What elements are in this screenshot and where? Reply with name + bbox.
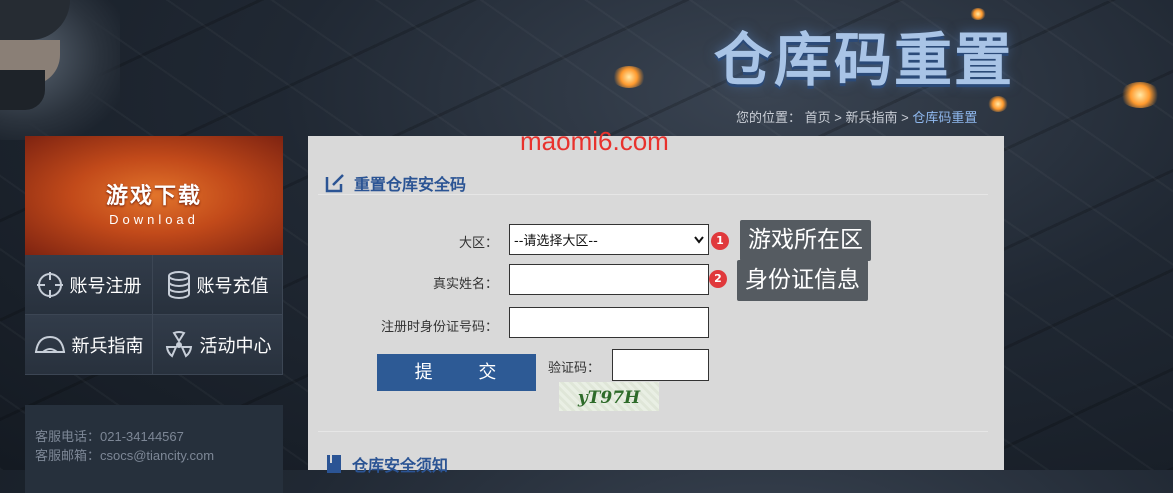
captcha-image[interactable]: yT97H [559,382,659,411]
sidebar-item-label: 账号充值 [196,275,269,297]
muzzle-flash [1120,82,1160,108]
sidebar-item-label: 活动中心 [199,335,272,357]
sidebar-item-account-recharge[interactable]: 账号充值 [153,255,283,315]
coin-stack-icon [167,270,190,299]
captcha-label: 验证码： [548,360,601,375]
captcha-input[interactable] [612,349,709,381]
id-card-input[interactable] [509,307,709,338]
divider [318,431,988,432]
sidebar: 游戏下载 Download 账号注册 账号充值 新兵指南 活动中心 客服电话：0… [25,136,283,493]
game-download-banner[interactable]: 游戏下载 Download [25,136,283,255]
muzzle-flash [612,66,646,88]
region-select[interactable]: --请选择大区-- [509,224,709,255]
muzzle-flash [988,96,1008,112]
sidebar-item-recruit-guide[interactable]: 新兵指南 [25,315,153,375]
region-select-value: --请选择大区-- [514,234,598,249]
form-section-title: 重置仓库安全码 [354,175,467,194]
divider [318,194,988,195]
security-notice-header: 仓库安全须知 [326,452,448,476]
annotation-badge-1: 1 [711,232,729,250]
sidebar-item-event-center[interactable]: 活动中心 [153,315,283,375]
breadcrumb-home-link[interactable]: 首页 [805,110,831,125]
contact-info: 客服电话：021-34144567 客服邮箱：csocs@tiancity.co… [25,405,283,493]
contact-email: 客服邮箱：csocs@tiancity.com [35,448,215,463]
edit-icon [325,174,344,193]
sidebar-menu: 账号注册 账号充值 新兵指南 活动中心 [25,255,283,375]
form-section-header: 重置仓库安全码 [324,171,466,195]
annotation-tip-region: 游戏所在区 [740,220,871,261]
radiation-icon [165,330,192,358]
annotation-badge-2: 2 [709,270,727,288]
sidebar-item-label: 新兵指南 [71,335,144,357]
chevron-down-icon [694,235,704,244]
watermark-text: maomi6.com [520,126,669,156]
book-icon [327,455,341,473]
page-title: 仓库码重置 [714,26,1015,94]
main-panel: maomi6.com 重置仓库安全码 大区： --请选择大区-- 1 游戏所在区… [308,126,1004,475]
sidebar-item-label: 账号注册 [69,275,142,297]
muzzle-flash [970,8,986,20]
sidebar-item-account-register[interactable]: 账号注册 [25,255,153,315]
breadcrumb-guide-link[interactable]: 新兵指南 [845,110,897,125]
breadcrumb-current: 仓库码重置 [912,110,978,125]
id-card-label: 注册时身份证号码： [380,319,498,334]
annotation-tip-idcard: 身份证信息 [737,260,868,301]
real-name-label: 真实姓名： [432,276,498,291]
region-label: 大区： [458,235,498,250]
submit-button[interactable]: 提 交 [377,354,536,391]
soldier-image [0,0,120,140]
breadcrumb: 您的位置： 首页 > 新兵指南 > 仓库码重置 [736,110,978,125]
contact-phone: 客服电话：021-34144567 [35,429,184,444]
helmet-icon [34,335,65,353]
security-notice-title: 仓库安全须知 [352,456,449,475]
download-title: 游戏下载 [105,184,202,209]
download-subtitle: Download [109,212,199,227]
real-name-input[interactable] [509,264,709,295]
crosshair-icon [36,271,63,298]
